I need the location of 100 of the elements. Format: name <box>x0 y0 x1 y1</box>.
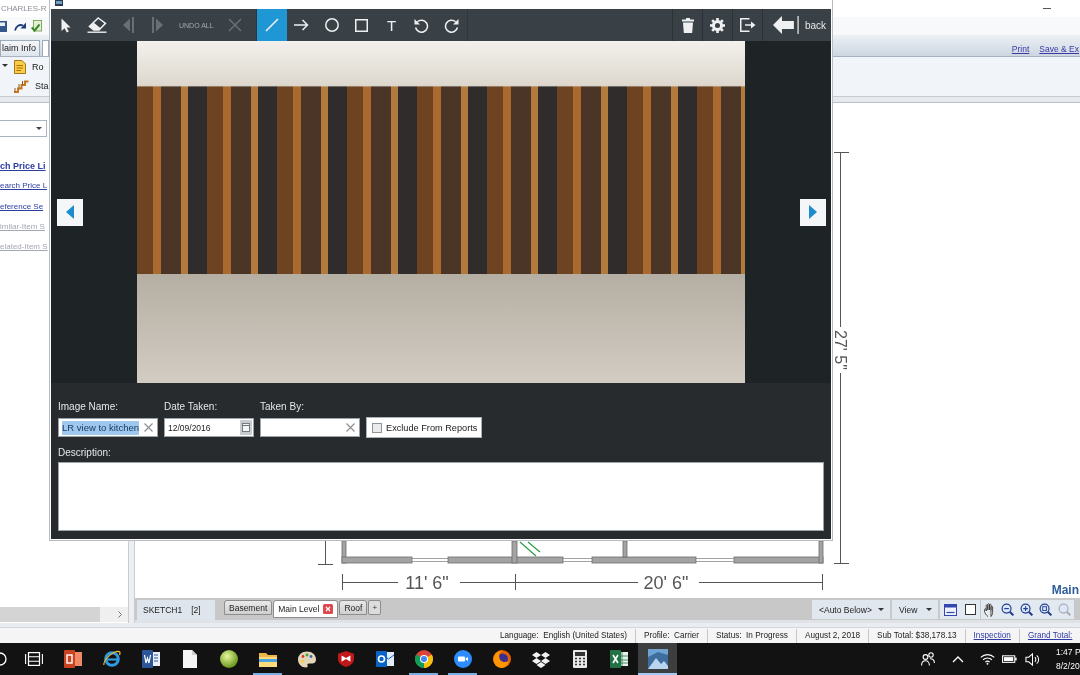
curved-arrow-icon[interactable] <box>14 21 26 31</box>
palette-icon <box>297 650 316 668</box>
chevron-up-icon[interactable] <box>952 655 964 663</box>
placement-dropdown[interactable]: <Auto Below> <box>812 600 890 619</box>
folder-icon <box>258 651 277 667</box>
dimension-label: 20' 6" <box>643 573 689 593</box>
open-box-icon <box>531 650 550 668</box>
view-dropdown[interactable]: View <box>892 600 938 619</box>
caret-down-icon[interactable] <box>2 64 8 67</box>
link[interactable]: ch Price Li <box>0 156 46 177</box>
hand-icon[interactable] <box>984 602 995 617</box>
next-photo-button[interactable] <box>800 198 826 226</box>
link[interactable]: eference Se <box>0 196 44 217</box>
level-tab[interactable]: Main Level <box>273 600 339 618</box>
window-icon[interactable] <box>944 603 957 616</box>
document-check-icon[interactable] <box>31 20 42 32</box>
stairs-icon <box>14 78 29 93</box>
field-label: Taken By: <box>260 400 305 413</box>
status-link[interactable]: Grand Total: <box>1018 628 1080 643</box>
calculator-icon <box>572 650 587 668</box>
tab[interactable]: laim Info <box>0 40 40 56</box>
sphere-icon <box>219 650 238 668</box>
calendar-icon[interactable] <box>240 420 252 435</box>
cross-icon <box>227 18 242 32</box>
exclude-toggle[interactable]: Exclude From Reports <box>366 417 482 438</box>
horizontal-scrollbar[interactable] <box>0 607 128 622</box>
caret-down-icon <box>926 608 932 611</box>
square-icon[interactable] <box>965 604 976 615</box>
settings-icon <box>710 17 725 33</box>
close-icon[interactable] <box>323 604 334 614</box>
text-tool-button[interactable]: T <box>376 9 407 41</box>
clock-time: 1:47 P <box>1056 647 1080 657</box>
dimension-label: 11' 6" <box>405 573 449 593</box>
image-name-field[interactable]: LR view to kitchen <box>58 418 158 437</box>
checkbox[interactable] <box>372 422 382 433</box>
save-icon[interactable] <box>0 20 7 32</box>
document-icon <box>14 59 26 74</box>
exit-icon <box>739 18 756 32</box>
previous-photo-button[interactable] <box>57 198 83 226</box>
picture-icon <box>647 649 668 669</box>
taskbar-button[interactable] <box>638 643 677 675</box>
line-icon <box>264 18 279 32</box>
window-title: CHARLES-R <box>1 4 47 13</box>
spreadsheet-icon <box>609 650 628 668</box>
app-icon <box>55 0 63 6</box>
text-document-icon <box>141 650 160 668</box>
cursor-icon <box>61 17 71 33</box>
field-label: Image Name: <box>58 400 120 413</box>
zoom-out-icon[interactable] <box>1001 603 1014 616</box>
square-icon <box>355 18 369 32</box>
ring-icon[interactable] <box>0 652 7 666</box>
ribbon-button[interactable]: Sta <box>14 78 49 93</box>
triangle-left-icon <box>66 205 74 219</box>
battery-icon[interactable] <box>1002 654 1017 664</box>
dimension-label: 27' 5" <box>833 330 849 370</box>
level-tab[interactable]: Basement <box>224 600 273 615</box>
header-link[interactable]: Save & Ex <box>1039 44 1079 54</box>
mail-icon <box>375 650 394 668</box>
volume-icon[interactable] <box>1025 651 1040 667</box>
add-level-button[interactable]: + <box>368 600 382 615</box>
close-icon[interactable] <box>346 423 355 432</box>
link[interactable]: earch Price L <box>0 176 48 197</box>
status-text: August 2, 2018 <box>795 628 869 643</box>
field-label: Description: <box>58 447 112 459</box>
ribbon-button[interactable]: Ro <box>14 59 49 74</box>
shield-icon <box>337 650 354 668</box>
stairs-drawing <box>519 541 541 557</box>
description-field[interactable] <box>58 462 824 531</box>
dimension-line <box>341 573 399 591</box>
tool-button[interactable] <box>256 9 287 41</box>
header-link[interactable]: Print <box>1011 44 1030 54</box>
video-camera-icon <box>453 650 472 668</box>
status-text: Profile: Carrier <box>635 628 708 643</box>
status-text: Sub Total: $38,178.13 <box>868 628 965 643</box>
level-tab[interactable]: Roof <box>339 600 368 615</box>
arrow-right-icon <box>294 19 310 31</box>
presentation-icon <box>63 650 82 668</box>
taken-by-field[interactable] <box>260 418 360 437</box>
people-icon[interactable] <box>921 652 935 666</box>
undo-icon <box>414 17 430 33</box>
zoom-fit-icon[interactable] <box>1039 603 1052 616</box>
close-icon[interactable] <box>144 423 153 432</box>
caret-down-icon <box>36 127 42 130</box>
file-icon <box>182 650 197 668</box>
eraser-icon <box>87 17 107 33</box>
arrow-left-icon <box>773 16 799 34</box>
status-text: Language: English (United States) <box>499 629 628 642</box>
dimension-line <box>318 541 334 565</box>
browser-icon <box>414 650 433 668</box>
triangle-right-icon <box>809 205 817 219</box>
redo-icon <box>444 17 460 33</box>
zoom-in-icon[interactable] <box>1020 603 1033 616</box>
date-field[interactable]: 12/09/2016 <box>164 418 254 437</box>
wifi-icon[interactable] <box>980 653 995 665</box>
task-view-icon <box>24 652 43 666</box>
status-link[interactable]: Inspection <box>964 628 1019 643</box>
sketch-dropdown[interactable]: SKETCH1 [2] <box>137 600 215 620</box>
level-label: Main <box>1051 583 1079 597</box>
status-text: Status: In Progress <box>707 628 796 643</box>
circle-icon <box>324 18 339 32</box>
